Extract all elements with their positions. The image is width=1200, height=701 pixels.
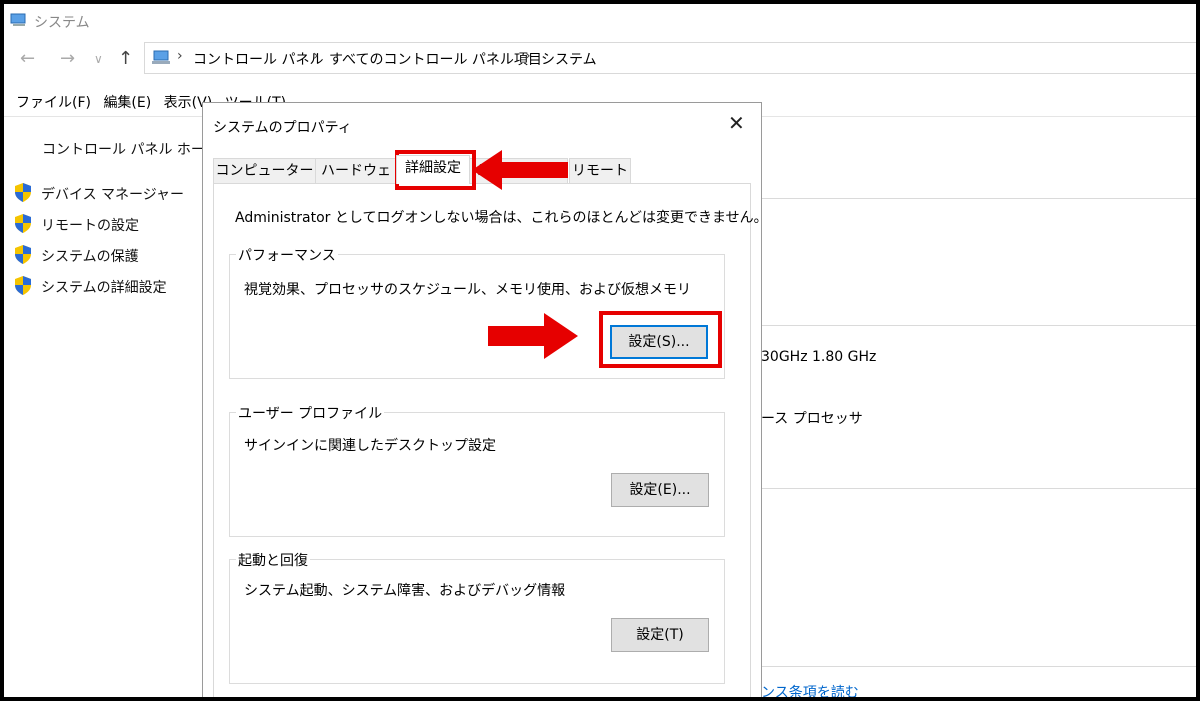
close-icon[interactable]: ✕ — [728, 111, 745, 135]
section-divider — [760, 488, 1196, 489]
group-label: パフォーマンス — [236, 245, 338, 265]
system-properties-dialog: システムのプロパティ ✕ コンピューター名 ハードウェア 詳細設定 シ リモート… — [202, 102, 768, 697]
tab-advanced[interactable]: 詳細設定 — [396, 155, 470, 184]
sidebar-item-label: システムの詳細設定 — [41, 280, 167, 296]
breadcrumb-separator-icon: › — [177, 48, 183, 64]
menu-file[interactable]: ファイル(F) — [16, 95, 91, 111]
annotation-arrow-right-icon — [488, 313, 578, 359]
annotation-arrow-left-icon — [472, 150, 568, 190]
title-bar: システム — [4, 4, 1196, 38]
group-label: 起動と回復 — [236, 550, 310, 570]
processor-speed: 30GHz 1.80 GHz — [761, 349, 877, 365]
section-divider — [760, 666, 1196, 667]
breadcrumb-all-items[interactable]: すべてのコントロール パネル項目 — [329, 49, 542, 69]
sidebar-item-label: リモートの設定 — [41, 218, 139, 234]
breadcrumb-control-panel[interactable]: コントロール パネル — [193, 49, 323, 69]
shield-icon — [15, 183, 31, 202]
tab-hardware[interactable]: ハードウェア — [315, 158, 397, 204]
shield-icon — [15, 245, 31, 264]
sidebar-item-label: デバイス マネージャー — [41, 187, 185, 203]
up-arrow-icon[interactable]: ↑ — [118, 48, 133, 69]
startup-recovery-group: 起動と回復 システム起動、システム障害、およびデバッグ情報 設定(T) — [229, 550, 725, 684]
sidebar-item-label: システムの保護 — [41, 249, 139, 265]
breadcrumb-system[interactable]: システム — [541, 49, 597, 69]
window-title: システム — [34, 15, 90, 31]
back-arrow-icon[interactable]: ← — [20, 48, 35, 69]
breadcrumb-separator-icon: › — [525, 48, 531, 64]
shield-icon — [15, 276, 31, 295]
dialog-title: システムのプロパティ — [213, 120, 352, 136]
forward-arrow-icon[interactable]: → — [60, 48, 75, 69]
group-description: サインインに関連したデスクトップ設定 — [244, 438, 496, 454]
tab-remote[interactable]: リモート — [569, 158, 631, 184]
shield-icon — [15, 214, 31, 233]
recent-chevron-down-icon[interactable]: ∨ — [94, 52, 103, 66]
tab-computer-name[interactable]: コンピューター名 — [213, 158, 316, 204]
control-panel-icon — [152, 50, 170, 64]
section-divider — [760, 325, 1196, 326]
group-description: 視覚効果、プロセッサのスケジュール、メモリ使用、および仮想メモリ — [244, 282, 692, 298]
system-type: ース プロセッサ — [761, 411, 863, 427]
system-icon — [10, 13, 26, 26]
admin-note: Administrator としてログオンしない場合は、これらのほとんどは変更で… — [235, 210, 768, 226]
user-profile-settings-button[interactable]: 設定(E)... — [611, 473, 709, 507]
group-description: システム起動、システム障害、およびデバッグ情報 — [244, 583, 566, 599]
section-divider — [760, 198, 1196, 199]
group-label: ユーザー プロファイル — [236, 403, 385, 423]
control-panel-home-link[interactable]: コントロール パネル ホーム — [42, 139, 218, 159]
menu-edit[interactable]: 編集(E) — [103, 95, 151, 111]
address-bar[interactable]: › コントロール パネル › すべてのコントロール パネル項目 › システム — [144, 42, 1196, 74]
user-profile-group: ユーザー プロファイル サインインに関連したデスクトップ設定 設定(E)... — [229, 403, 725, 537]
breadcrumb-separator-icon: › — [313, 48, 319, 64]
explorer-window: システム ← → ∨ ↑ › コントロール パネル › すべてのコントロール パ… — [4, 4, 1196, 697]
annotation-highlight-performance-button — [599, 311, 722, 368]
startup-recovery-settings-button[interactable]: 設定(T) — [611, 618, 709, 652]
license-terms-link[interactable]: ンス条項を読む — [761, 682, 859, 697]
